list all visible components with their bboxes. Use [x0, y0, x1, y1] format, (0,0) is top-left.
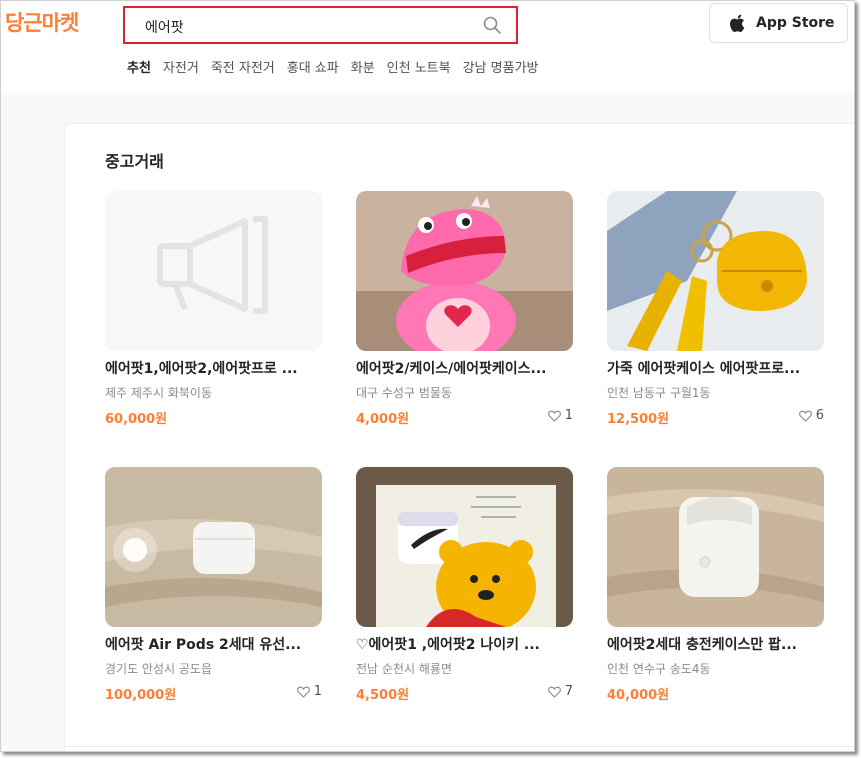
- product-footer: 4,500원 7: [356, 684, 573, 703]
- product-region: 인천 남동구 구월1동: [607, 386, 711, 400]
- product-region: 전남 순천시 해룡면: [356, 662, 452, 676]
- product-footer: 60,000원: [105, 408, 322, 427]
- keyword-link[interactable]: 홍대 쇼파: [287, 57, 339, 76]
- product-footer: 4,000원 1: [356, 408, 573, 427]
- like-count-value: 1: [564, 408, 573, 423]
- heart-icon: [296, 686, 310, 698]
- product-region: 대구 수성구 범물동: [356, 386, 452, 400]
- pooh-book-case-image: [356, 467, 573, 627]
- product-price: 100,000원: [105, 688, 177, 703]
- keyword-label: 추천: [127, 61, 151, 76]
- product-footer: 100,000원 1: [105, 684, 322, 703]
- product-card[interactable]: 에어팟 Air Pods 2세대 유선... 경기도 안성시 공도읍 100,0…: [105, 467, 322, 703]
- product-card[interactable]: 에어팟1,에어팟2,에어팟프로 ... 제주 제주시 화북이동 60,000원: [105, 191, 322, 427]
- product-price: 40,000원: [607, 688, 670, 703]
- product-title[interactable]: 에어팟2세대 충전케이스만 팝...: [607, 636, 824, 654]
- like-count: 1: [547, 408, 573, 423]
- hot-keywords: 추천 자전거 죽전 자전거 홍대 쇼파 화분 인천 노트북 강남 명품가방: [127, 57, 539, 76]
- product-card[interactable]: 가죽 에어팟케이스 에어팟프로... 인천 남동구 구월1동 12,500원 6: [607, 191, 824, 427]
- search-input[interactable]: 에어팟: [123, 6, 518, 44]
- product-title[interactable]: 가죽 에어팟케이스 에어팟프로...: [607, 360, 824, 378]
- like-count-value: 6: [815, 408, 824, 423]
- product-title[interactable]: ♡에어팟1 ,에어팟2 나이키 ...: [356, 636, 573, 654]
- logo[interactable]: 당근마켓: [5, 7, 79, 37]
- product-footer: 12,500원 6: [607, 408, 824, 427]
- like-count: 6: [798, 408, 824, 423]
- white-airpods-case-open-image: [607, 467, 824, 627]
- product-title[interactable]: 에어팟 Air Pods 2세대 유선...: [105, 636, 322, 654]
- megaphone-placeholder-icon: [105, 191, 322, 351]
- header: 당근마켓 에어팟 App Store 추천 자전거 죽전 자전거 홍대 쇼파 화…: [1, 1, 854, 93]
- product-thumbnail[interactable]: [105, 467, 322, 627]
- like-count-value: 7: [564, 684, 573, 699]
- yellow-leather-case-image: [607, 191, 824, 351]
- like-count: 1: [296, 684, 322, 699]
- product-title[interactable]: 에어팟2/케이스/에어팟케이스...: [356, 360, 573, 378]
- app-store-button[interactable]: App Store: [709, 3, 848, 43]
- product-price: 12,500원: [607, 412, 670, 427]
- keyword-link[interactable]: 죽전 자전거: [211, 57, 275, 76]
- keyword-link[interactable]: 화분: [351, 57, 375, 76]
- product-price: 4,500원: [356, 688, 410, 703]
- pink-dinosaur-case-image: [356, 191, 573, 351]
- search-icon[interactable]: [482, 15, 502, 35]
- product-thumbnail[interactable]: [356, 467, 573, 627]
- product-region: 제주 제주시 화북이동: [105, 386, 212, 400]
- product-region: 인천 연수구 송도4동: [607, 662, 711, 676]
- apple-icon: [730, 14, 745, 32]
- like-count-value: 1: [313, 684, 322, 699]
- product-card[interactable]: ♡에어팟1 ,에어팟2 나이키 ... 전남 순천시 해룡면 4,500원 7: [356, 467, 573, 703]
- browser-frame: 당근마켓 에어팟 App Store 추천 자전거 죽전 자전거 홍대 쇼파 화…: [0, 0, 855, 752]
- product-thumbnail[interactable]: [105, 191, 322, 351]
- product-title[interactable]: 에어팟1,에어팟2,에어팟프로 ...: [105, 360, 322, 378]
- product-region: 경기도 안성시 공도읍: [105, 662, 212, 676]
- product-price: 60,000원: [105, 412, 168, 427]
- keyword-link[interactable]: 자전거: [163, 57, 199, 76]
- white-airpods-case-image: [105, 467, 322, 627]
- search-input-value[interactable]: 에어팟: [145, 17, 184, 37]
- product-thumbnail[interactable]: [607, 191, 824, 351]
- app-store-label: App Store: [756, 15, 835, 31]
- product-thumbnail[interactable]: [356, 191, 573, 351]
- panel-divider: [64, 746, 854, 747]
- product-footer: 40,000원: [607, 684, 824, 703]
- heart-icon: [547, 410, 561, 422]
- product-card[interactable]: 에어팟2/케이스/에어팟케이스... 대구 수성구 범물동 4,000원 1: [356, 191, 573, 427]
- product-card[interactable]: 에어팟2세대 충전케이스만 팝... 인천 연수구 송도4동 40,000원: [607, 467, 824, 703]
- section-title: 중고거래: [105, 152, 164, 171]
- keyword-link[interactable]: 인천 노트북: [387, 57, 451, 76]
- heart-icon: [798, 410, 812, 422]
- heart-icon: [547, 686, 561, 698]
- product-thumbnail[interactable]: [607, 467, 824, 627]
- product-price: 4,000원: [356, 412, 410, 427]
- like-count: 7: [547, 684, 573, 699]
- keyword-link[interactable]: 강남 명품가방: [463, 57, 539, 76]
